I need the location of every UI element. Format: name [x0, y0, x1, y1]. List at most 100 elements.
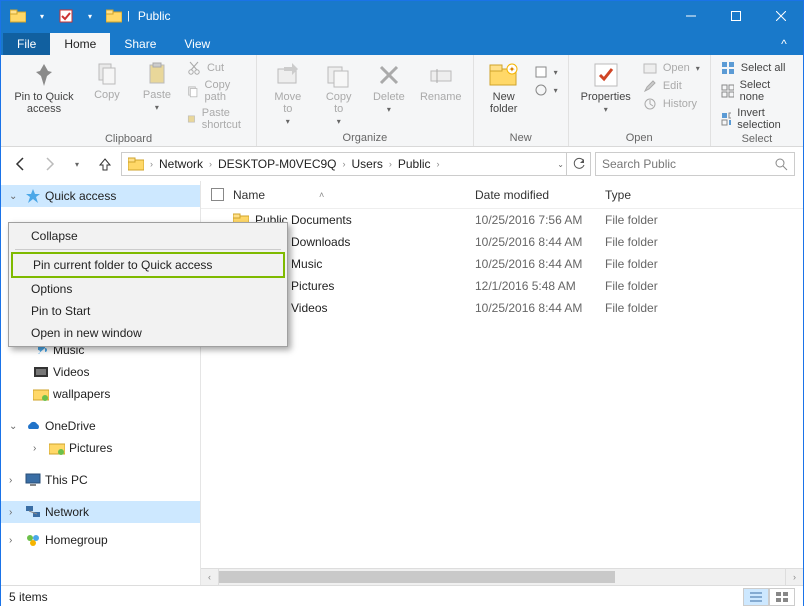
minimize-button[interactable] [668, 1, 713, 31]
qat-dropdown-1[interactable]: ▾ [31, 5, 53, 27]
menu-item-options[interactable]: Options [11, 278, 285, 300]
edit-button[interactable]: Edit [639, 77, 704, 95]
cut-button[interactable]: Cut [183, 59, 250, 77]
sidebar-item-network[interactable]: › Network [1, 501, 200, 523]
chevron-right-icon[interactable]: › [387, 159, 394, 169]
chevron-right-icon: › [9, 475, 21, 486]
select-none-button[interactable]: Select none [717, 77, 797, 105]
paste-label: Paste [143, 89, 171, 101]
sidebar-item-pictures[interactable]: › Pictures [1, 437, 200, 459]
menu-item-collapse[interactable]: Collapse [11, 225, 285, 247]
sidebar-item-wallpapers[interactable]: wallpapers [1, 383, 200, 405]
menu-item-pin-to-start[interactable]: Pin to Start [11, 300, 285, 322]
select-all-button[interactable]: Select all [717, 59, 797, 77]
new-item-button[interactable]: ▾ [530, 63, 562, 81]
sidebar-item-homegroup[interactable]: › Homegroup [1, 529, 200, 551]
move-to-button[interactable]: Move to▾ [263, 57, 312, 130]
qat-newfolder-icon[interactable] [103, 5, 125, 27]
menu-item-pin-current-folder[interactable]: Pin current folder to Quick access [11, 252, 285, 278]
quick-access-toolbar: ▾ ▾ | [1, 5, 130, 27]
qat-dropdown-2[interactable]: ▾ [79, 5, 101, 27]
pin-to-quick-access-button[interactable]: Pin to Quick access [7, 57, 81, 119]
breadcrumb-public[interactable]: Public [394, 157, 435, 171]
file-date: 10/25/2016 7:56 AM [475, 213, 605, 227]
scroll-right-button[interactable]: › [785, 569, 803, 585]
breadcrumb-dropdown[interactable]: ⌄ [557, 160, 564, 169]
sidebar-item-quick-access[interactable]: ⌄ Quick access [1, 185, 200, 207]
breadcrumb[interactable]: › Network › DESKTOP-M0VEC9Q › Users › Pu… [121, 152, 567, 176]
file-list[interactable]: Public Documents10/25/2016 7:56 AMFile f… [201, 209, 803, 568]
file-date: 10/25/2016 8:44 AM [475, 301, 605, 315]
sidebar-item-this-pc[interactable]: › This PC [1, 469, 200, 491]
history-button[interactable]: History [639, 95, 704, 113]
sidebar-item-videos[interactable]: Videos [1, 361, 200, 383]
file-row[interactable]: Public Music10/25/2016 8:44 AMFile folde… [201, 253, 803, 275]
column-type[interactable]: Type [605, 188, 705, 202]
ribbon: Pin to Quick access Copy Paste ▾ Cut Cop… [1, 55, 803, 147]
file-date: 10/25/2016 8:44 AM [475, 257, 605, 271]
chevron-right-icon[interactable]: › [207, 159, 214, 169]
copy-path-button[interactable]: Copy path [183, 77, 250, 105]
menu-item-open-new-window[interactable]: Open in new window [11, 322, 285, 344]
sidebar-item-onedrive[interactable]: ⌄ OneDrive [1, 415, 200, 437]
ribbon-help-button[interactable]: ^ [773, 33, 795, 55]
breadcrumb-network[interactable]: Network [155, 157, 207, 171]
chevron-right-icon: › [9, 507, 21, 518]
delete-button[interactable]: Delete▾ [365, 57, 413, 118]
view-icons-button[interactable] [769, 588, 795, 606]
rename-button[interactable]: Rename [415, 57, 467, 107]
file-row[interactable]: Public Downloads10/25/2016 8:44 AMFile f… [201, 231, 803, 253]
select-all-checkbox[interactable] [211, 188, 233, 201]
scroll-left-button[interactable]: ‹ [201, 569, 219, 585]
pin-label: Pin to Quick access [13, 91, 75, 115]
refresh-button[interactable] [567, 152, 591, 176]
tab-view[interactable]: View [170, 33, 224, 55]
chevron-right-icon[interactable]: › [435, 159, 442, 169]
nav-forward-button[interactable] [37, 152, 61, 176]
breadcrumb-computer[interactable]: DESKTOP-M0VEC9Q [214, 157, 340, 171]
group-open-label: Open [575, 132, 704, 146]
breadcrumb-root-icon[interactable] [124, 157, 148, 171]
copy-to-button[interactable]: Copy to▾ [315, 57, 363, 130]
nav-recent-button[interactable]: ▾ [65, 152, 89, 176]
file-type: File folder [605, 235, 705, 249]
paste-button[interactable]: Paste ▾ [133, 57, 181, 116]
column-date[interactable]: Date modified [475, 188, 605, 202]
invert-selection-button[interactable]: Invert selection [717, 105, 797, 133]
moveto-label: Move to [269, 91, 306, 115]
chevron-right-icon[interactable]: › [341, 159, 348, 169]
new-folder-button[interactable]: ✦ New folder [480, 57, 528, 119]
easy-access-button[interactable]: ▾ [530, 81, 562, 99]
chevron-right-icon[interactable]: › [148, 159, 155, 169]
status-bar: 5 items [1, 585, 803, 607]
window-title: Public [138, 9, 171, 23]
folder-icon [33, 387, 49, 401]
close-button[interactable] [758, 1, 803, 31]
folder-icon [49, 441, 65, 455]
column-name[interactable]: Name˄ [233, 188, 475, 202]
view-details-button[interactable] [743, 588, 769, 606]
search-input[interactable]: Search Public [595, 152, 795, 176]
quick-access-context-menu: Collapse Pin current folder to Quick acc… [8, 222, 288, 347]
nav-up-button[interactable] [93, 152, 117, 176]
qat-folder-icon[interactable] [7, 5, 29, 27]
scroll-thumb[interactable] [219, 571, 615, 583]
copy-button[interactable]: Copy [83, 57, 131, 105]
horizontal-scrollbar[interactable]: ‹ › [201, 568, 803, 585]
group-new-label: New [480, 132, 562, 146]
tab-file[interactable]: File [3, 33, 50, 55]
group-select-label: Select [717, 133, 797, 147]
tab-home[interactable]: Home [50, 33, 110, 55]
tab-share[interactable]: Share [110, 33, 170, 55]
nav-back-button[interactable] [9, 152, 33, 176]
paste-shortcut-button[interactable]: Paste shortcut [183, 105, 250, 133]
file-row[interactable]: Public Documents10/25/2016 7:56 AMFile f… [201, 209, 803, 231]
file-row[interactable]: Public Pictures12/1/2016 5:48 AMFile fol… [201, 275, 803, 297]
maximize-button[interactable] [713, 1, 758, 31]
file-row[interactable]: Public Videos10/25/2016 8:44 AMFile fold… [201, 297, 803, 319]
qat-properties-icon[interactable] [55, 5, 77, 27]
network-icon [25, 504, 41, 520]
properties-button[interactable]: Properties▾ [575, 57, 637, 118]
breadcrumb-users[interactable]: Users [348, 157, 387, 171]
open-button[interactable]: Open ▾ [639, 59, 704, 77]
